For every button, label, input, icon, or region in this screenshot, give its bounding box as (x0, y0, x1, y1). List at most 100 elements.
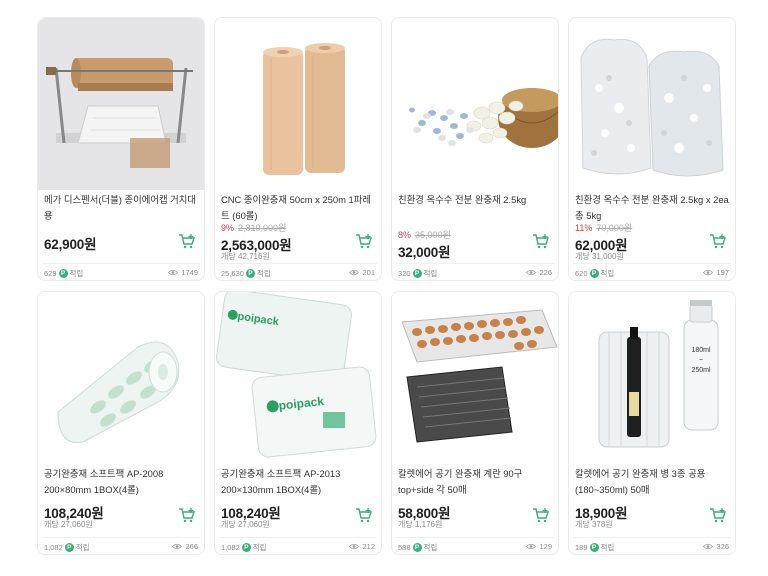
points-value: 1,082 (44, 543, 63, 552)
bottle-label-top: 180ml (691, 347, 711, 354)
add-to-cart-icon[interactable] (709, 507, 727, 523)
product-image[interactable] (215, 18, 381, 190)
discount-rate: 8% (398, 230, 412, 240)
egg-tray-image (392, 292, 558, 464)
product-image[interactable] (38, 18, 204, 190)
original-price: 35,000원 (415, 230, 451, 240)
unit-price: 개당 378원 (575, 520, 613, 529)
product-title[interactable]: 공기완충재 소프트팩 AP-2013 200×130mm 1BOX(4롤) (221, 466, 375, 498)
points-value: 629 (44, 269, 57, 278)
add-to-cart-icon[interactable] (709, 233, 727, 249)
original-price: 2,810,000원 (238, 223, 287, 233)
points-info: 189 P 적립 (575, 542, 614, 553)
point-badge-icon: P (64, 543, 74, 552)
kraft-paper-rolls-image (215, 18, 381, 190)
points-value: 25,630 (221, 269, 244, 278)
points-label: 적립 (423, 543, 438, 552)
points-info: 1,082 P 적립 (221, 542, 267, 553)
add-to-cart-icon[interactable] (355, 233, 373, 249)
eye-icon (168, 269, 179, 276)
product-title[interactable]: 칼렛에어 공기 완충재 병 3종 공용 (180~350ml) 50매 (575, 466, 729, 498)
views-info: 129 (526, 542, 552, 551)
product-image[interactable]: 180ml ~ 250ml (569, 292, 735, 464)
divider (396, 537, 554, 538)
points-label: 적립 (256, 269, 271, 278)
discount-rate: 9% (221, 223, 235, 233)
divider (42, 537, 200, 538)
view-count: 326 (716, 542, 729, 551)
views-info: 212 (349, 542, 375, 551)
product-title[interactable]: 칼렛에어 공기 완충재 계란 90구 top+side 각 50매 (398, 466, 552, 498)
points-info: 629 P 적립 (44, 268, 83, 279)
product-price: 62,900원 (44, 237, 97, 252)
add-to-cart-icon[interactable] (355, 507, 373, 523)
discount-row: 8% 35,000원 (398, 229, 451, 241)
unit-price: 개당 27,060원 (44, 520, 93, 529)
paper-dispenser-image (38, 18, 204, 190)
views-info: 1749 (168, 268, 198, 277)
unit-price: 개당 42,716원 (221, 252, 270, 261)
discount-row: 9% 2,810,000원 (221, 222, 286, 234)
points-label: 적립 (69, 269, 84, 278)
view-count: 1749 (181, 268, 198, 277)
points-info: 620 P 적립 (575, 268, 614, 279)
point-badge-icon: P (245, 269, 255, 278)
points-value: 588 (398, 543, 411, 552)
views-info: 226 (526, 268, 552, 277)
eye-icon (703, 269, 714, 276)
views-info: 197 (703, 268, 729, 277)
divider (42, 263, 200, 264)
product-image[interactable] (38, 292, 204, 464)
eye-icon (703, 543, 714, 550)
product-card[interactable]: 친환경 옥수수 전분 완충재 2.5kg x 2ea 총 5kg 11% 70,0… (568, 17, 736, 281)
bottle-label-bottom: 250ml (691, 367, 711, 374)
product-image[interactable] (392, 18, 558, 190)
product-card[interactable]: poipack poipack 공기완충재 소프트팩 AP-2013 200×1… (214, 291, 382, 555)
product-card[interactable]: 칼렛에어 공기 완충재 계란 90구 top+side 각 50매 58,800… (391, 291, 559, 555)
point-badge-icon: P (241, 543, 251, 552)
point-badge-icon: P (412, 543, 422, 552)
product-card[interactable]: 공기완충재 소프트팩 AP-2008 200×80mm 1BOX(4롤) 108… (37, 291, 205, 555)
add-to-cart-icon[interactable] (532, 233, 550, 249)
points-info: 1,082 P 적립 (44, 542, 90, 553)
add-to-cart-icon[interactable] (178, 233, 196, 249)
poipack-air-bags-image: poipack poipack (215, 292, 381, 464)
unit-price: 개당 31,000원 (575, 252, 624, 261)
points-label: 적립 (423, 269, 438, 278)
divider (396, 263, 554, 264)
point-badge-icon: P (412, 269, 422, 278)
add-to-cart-icon[interactable] (532, 507, 550, 523)
product-card[interactable]: CNC 종이완충재 50cm x 250m 1파레트 (60롤) 9% 2,810… (214, 17, 382, 281)
points-value: 620 (575, 269, 588, 278)
points-label: 적립 (600, 543, 615, 552)
product-image[interactable] (392, 292, 558, 464)
points-info: 25,630 P 적립 (221, 268, 271, 279)
product-title[interactable]: 친환경 옥수수 전분 완충재 2.5kg x 2ea 총 5kg (575, 192, 729, 224)
product-card[interactable]: 메가 디스펜서(더블) 종이에어캡 거치대용 62,900원 629 P 적립 … (37, 17, 205, 281)
points-label: 적립 (252, 543, 267, 552)
add-to-cart-icon[interactable] (178, 507, 196, 523)
unit-price: 개당 1,176원 (398, 520, 443, 529)
eye-icon (172, 543, 183, 550)
product-title[interactable]: 친환경 옥수수 전분 완충재 2.5kg (398, 192, 552, 224)
product-image[interactable]: poipack poipack (215, 292, 381, 464)
product-card[interactable]: 친환경 옥수수 전분 완충재 2.5kg 8% 35,000원 32,000원 3… (391, 17, 559, 281)
point-badge-icon: P (589, 269, 599, 278)
points-info: 588 P 적립 (398, 542, 437, 553)
product-title[interactable]: 공기완충재 소프트팩 AP-2008 200×80mm 1BOX(4롤) (44, 466, 198, 498)
product-card[interactable]: 180ml ~ 250ml 칼렛에어 공기 완충재 병 3종 공용 (180~3… (568, 291, 736, 555)
points-label: 적립 (75, 543, 90, 552)
product-price: 32,000원 (398, 245, 451, 260)
product-title[interactable]: 메가 디스펜서(더블) 종이에어캡 거치대용 (44, 192, 198, 224)
divider (219, 263, 377, 264)
product-grid: 메가 디스펜서(더블) 종이에어캡 거치대용 62,900원 629 P 적립 … (37, 17, 741, 567)
views-info: 201 (349, 268, 375, 277)
points-info: 320 P 적립 (398, 268, 437, 279)
view-count: 129 (539, 542, 552, 551)
view-count: 266 (185, 542, 198, 551)
point-badge-icon: P (589, 543, 599, 552)
product-image[interactable] (569, 18, 735, 190)
discount-row: 11% 70,000원 (575, 222, 632, 234)
view-count: 197 (716, 268, 729, 277)
product-title[interactable]: CNC 종이완충재 50cm x 250m 1파레트 (60롤) (221, 192, 375, 224)
